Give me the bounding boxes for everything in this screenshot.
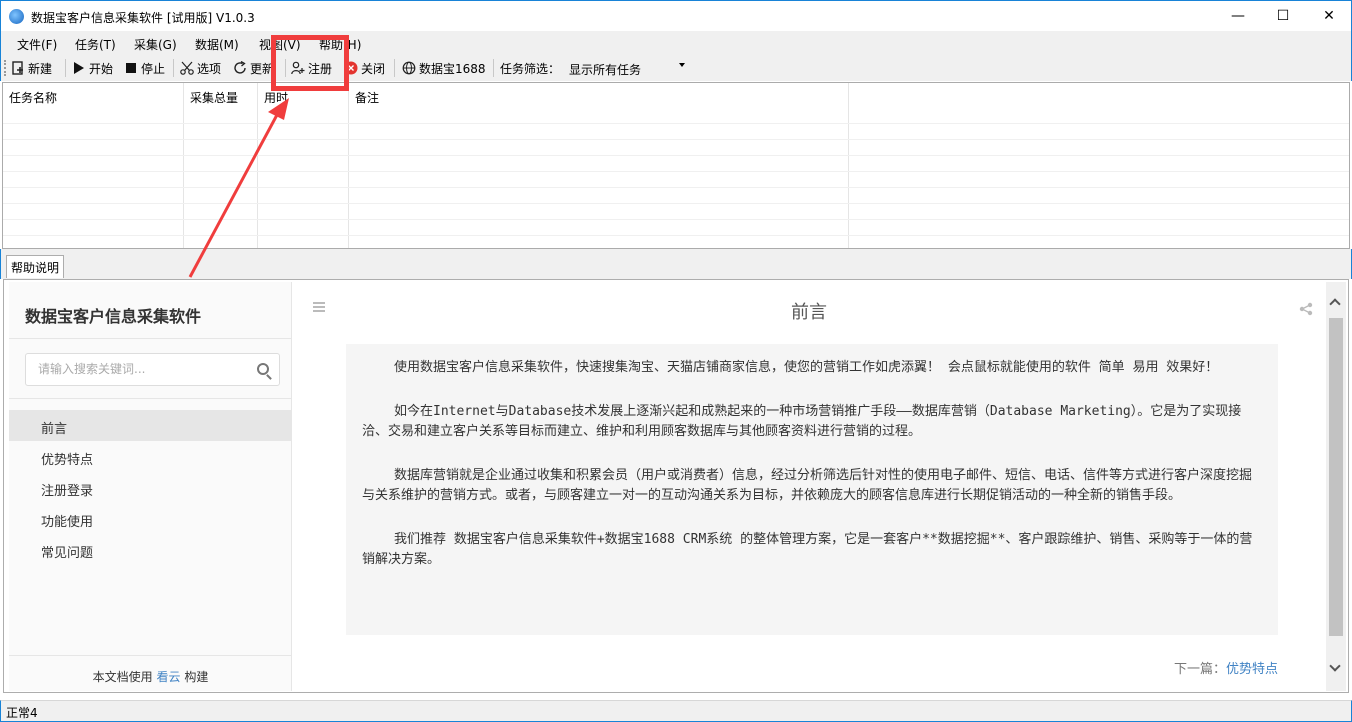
globe-icon [402, 61, 416, 75]
task-filter-select[interactable]: 显示所有任务 [565, 58, 689, 78]
sidebar-item-advantages[interactable]: 优势特点 [9, 441, 292, 472]
footer-link[interactable]: 看云 [156, 670, 180, 684]
footer-prefix: 本文档使用 [92, 670, 153, 684]
new-document-icon [11, 61, 25, 75]
dropdown-arrow-icon [679, 63, 685, 67]
grid-line [3, 203, 1349, 204]
sidebar-item-features[interactable]: 功能使用 [9, 503, 292, 534]
toolbar-separator [493, 59, 494, 77]
help-content: 前言 使用数据宝客户信息采集软件，快速搜集淘宝、天猫店铺商家信息，使您的营销工作… [293, 282, 1325, 691]
toolbar-separator [173, 59, 174, 77]
app-icon [9, 9, 24, 24]
filter-label: 任务筛选： [500, 59, 560, 77]
next-article: 下一篇：优势特点 [1174, 658, 1278, 677]
site-link-button[interactable]: 数据宝1688 [402, 59, 486, 77]
options-label: 选项 [197, 61, 222, 76]
search-input[interactable] [38, 362, 238, 376]
grid-line [3, 235, 1349, 236]
sidebar-footer: 本文档使用 看云 构建 [9, 668, 292, 685]
new-button[interactable]: 新建 [11, 59, 52, 77]
grid-line [3, 171, 1349, 172]
article-paragraph: 数据库营销就是企业通过收集和积累会员（用户或消费者）信息，经过分析筛选后针对性的… [362, 468, 1253, 503]
menu-task[interactable]: 任务(T) [75, 36, 116, 53]
menu-collect[interactable]: 采集(G) [134, 36, 177, 53]
grid-line [3, 155, 1349, 156]
column-total-label: 采集总量 [190, 91, 239, 105]
sidebar-item-preface[interactable]: 前言 [9, 410, 292, 441]
update-button[interactable]: 更新 [233, 59, 274, 77]
article-paragraph: 使用数据宝客户信息采集软件，快速搜集淘宝、天猫店铺商家信息，使您的营销工作如虎添… [394, 360, 1219, 375]
menu-data[interactable]: 数据(M) [195, 36, 239, 53]
task-filter-value: 显示所有任务 [569, 63, 642, 77]
article-paragraph: 如今在Internet与Database技术发展上逐渐兴起和成熟起来的一种市场营… [362, 404, 1242, 439]
next-article-link[interactable]: 优势特点 [1226, 662, 1278, 677]
status-text: 正常4 [6, 706, 38, 720]
column-header-task-name[interactable]: 任务名称 [3, 83, 184, 248]
options-button[interactable]: 选项 [180, 59, 221, 77]
grid-line [3, 187, 1349, 188]
toolbar-separator [394, 59, 395, 77]
column-task-name-label: 任务名称 [9, 91, 58, 105]
toolbar-separator [65, 59, 66, 77]
tab-strip: 帮助说明 [0, 249, 1352, 279]
sidebar-item-register-login[interactable]: 注册登录 [9, 472, 292, 503]
refresh-icon [233, 60, 247, 75]
window-title: 数据宝客户信息采集软件 [试用版] V1.0.3 [31, 11, 255, 25]
next-prefix: 下一篇： [1173, 662, 1226, 677]
chevron-down-icon[interactable] [1329, 660, 1341, 672]
scrollbar-thumb[interactable] [1329, 318, 1343, 636]
column-notes-label: 备注 [355, 91, 380, 105]
article-body: 使用数据宝客户信息采集软件，快速搜集淘宝、天猫店铺商家信息，使您的营销工作如虎添… [346, 344, 1278, 635]
start-button[interactable]: 开始 [72, 59, 113, 77]
title-bar: 数据宝客户信息采集软件 [试用版] V1.0.3 — ☐ ✕ [0, 0, 1352, 31]
annotation-highlight-box [271, 35, 349, 91]
stop-button[interactable]: 停止 [124, 59, 165, 77]
chevron-up-icon[interactable] [1329, 298, 1341, 310]
search-icon[interactable] [257, 363, 269, 375]
help-panel: 数据宝客户信息采集软件 前言 优势特点 注册登录 功能使用 常见问题 本文档使用… [3, 279, 1349, 693]
new-label: 新建 [28, 61, 53, 76]
sidebar-title: 数据宝客户信息采集软件 [25, 307, 202, 326]
maximize-button[interactable]: ☐ [1260, 1, 1306, 31]
column-time-label: 用时 [264, 91, 289, 105]
menu-bar: 文件(F) 任务(T) 采集(G) 数据(M) 视图(V) 帮助(H) [0, 31, 1352, 55]
grid-line [3, 219, 1349, 220]
start-label: 开始 [89, 61, 114, 76]
share-icon[interactable] [1299, 302, 1313, 316]
close-task-button[interactable]: 关闭 [344, 59, 385, 77]
grid-line [3, 123, 1349, 124]
stop-icon [124, 61, 138, 75]
site-label: 数据宝1688 [419, 61, 486, 76]
close-window-button[interactable]: ✕ [1306, 1, 1352, 31]
search-box[interactable] [25, 353, 280, 386]
article-paragraph: 我们推荐 数据宝客户信息采集软件+数据宝1688 CRM系统 的整体管理方案，它… [362, 532, 1253, 567]
stop-label: 停止 [141, 61, 166, 76]
tab-help[interactable]: 帮助说明 [6, 255, 65, 278]
divider [9, 655, 292, 656]
close-label: 关闭 [361, 61, 386, 76]
task-list[interactable]: 任务名称 采集总量 用时 备注 [2, 82, 1350, 249]
divider [9, 338, 292, 339]
divider [9, 398, 292, 399]
page-title: 前言 [791, 302, 827, 323]
sidebar-item-faq[interactable]: 常见问题 [9, 534, 292, 565]
play-icon [72, 61, 86, 75]
minimize-button[interactable]: — [1215, 1, 1261, 31]
menu-file[interactable]: 文件(F) [17, 36, 57, 53]
footer-suffix: 构建 [184, 670, 209, 684]
scissors-icon [180, 61, 194, 75]
toolbar-grip [4, 60, 7, 76]
help-sidebar: 数据宝客户信息采集软件 前言 优势特点 注册登录 功能使用 常见问题 本文档使用… [9, 282, 292, 691]
column-header-total[interactable]: 采集总量 [184, 83, 258, 248]
grid-line [3, 139, 1349, 140]
toolbar: 新建 开始 停止 选项 更新 注册 关闭 数据宝1688 任务筛选： 显示所有任… [0, 55, 1352, 81]
column-header-time[interactable]: 用时 [258, 83, 349, 248]
status-bar: 正常4 [0, 700, 1352, 722]
filter-label-text: 任务筛选： [500, 61, 561, 76]
vertical-scrollbar[interactable] [1326, 282, 1346, 691]
column-header-notes[interactable]: 备注 [349, 83, 849, 248]
